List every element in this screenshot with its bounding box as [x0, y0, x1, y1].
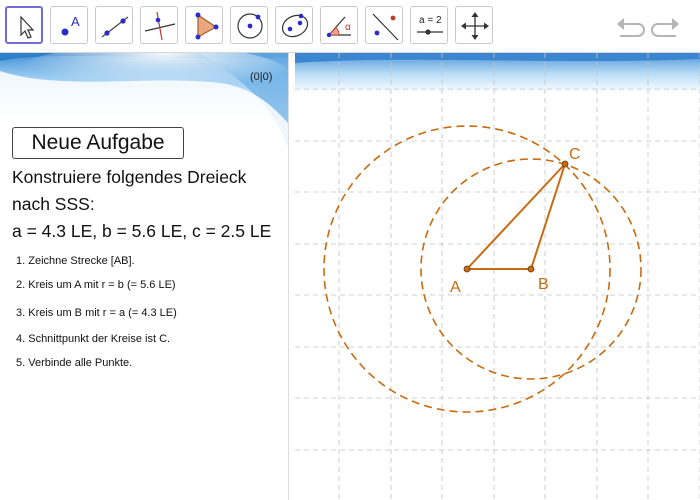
- reflect-icon: [372, 13, 399, 41]
- label-C: C: [569, 146, 581, 163]
- coordinate-readout: (0|0): [250, 71, 273, 83]
- conic-icon: [281, 13, 309, 38]
- slider-tool-button[interactable]: a = 2: [410, 6, 448, 44]
- point-icon: A: [61, 14, 80, 36]
- toolbar: A α a = 2: [0, 0, 700, 53]
- polygon-icon: [195, 12, 219, 40]
- slider-icon: a = 2: [417, 15, 443, 35]
- polygon-tool-button[interactable]: [185, 6, 223, 44]
- task-instruction-line1: Konstruiere folgendes Dreieck: [12, 167, 247, 187]
- move-arrow-icon: [20, 15, 35, 39]
- construction: A B C: [323, 125, 642, 413]
- triangle-ABC: [464, 163, 566, 270]
- segment-icon: [101, 16, 129, 38]
- point-C[interactable]: [561, 160, 569, 168]
- conic-tool-button[interactable]: [275, 6, 313, 44]
- reflect-tool-button[interactable]: [365, 6, 403, 44]
- point-A[interactable]: [463, 265, 471, 273]
- task-panel: (0|0) Neue Aufgabe Konstruiere folgendes…: [0, 53, 289, 500]
- task-instruction-line2: nach SSS:: [12, 194, 95, 214]
- angle-tool-label: α: [345, 22, 351, 33]
- construction-step: 3. Kreis um B mit r = a (= 4.3 LE): [16, 307, 177, 319]
- angle-icon: α: [326, 16, 351, 38]
- slider-tool-label: a = 2: [419, 15, 442, 26]
- point-B[interactable]: [527, 265, 535, 273]
- circle-tool-button[interactable]: [230, 6, 268, 44]
- move-graphics-view-tool-button[interactable]: [455, 6, 493, 44]
- segment-tool-button[interactable]: [95, 6, 133, 44]
- grid: [295, 53, 700, 500]
- undo-icon: [617, 18, 645, 37]
- perpendicular-line-icon: [144, 11, 176, 41]
- undo-button[interactable]: [614, 12, 646, 40]
- graphics-canvas[interactable]: A B C: [295, 53, 700, 500]
- redo-button[interactable]: [650, 12, 682, 40]
- construction-step: 4. Schnittpunkt der Kreise ist C.: [16, 333, 171, 345]
- label-B: B: [538, 276, 549, 293]
- circle-center-point-icon: [237, 13, 263, 39]
- new-task-button[interactable]: Neue Aufgabe: [12, 127, 184, 159]
- label-A: A: [450, 279, 461, 296]
- move-tool-button[interactable]: [5, 6, 43, 44]
- point-tool-label: A: [71, 14, 80, 29]
- graphics-view[interactable]: A B C: [295, 53, 700, 500]
- angle-tool-button[interactable]: α: [320, 6, 358, 44]
- task-side-lengths: a = 4.3 LE, b = 5.6 LE, c = 2.5 LE: [12, 221, 272, 241]
- point-tool-button[interactable]: A: [50, 6, 88, 44]
- construction-step: 1. Zeichne Strecke [AB].: [16, 255, 135, 267]
- construction-step: 5. Verbinde alle Punkte.: [16, 357, 133, 369]
- perpendicular-line-tool-button[interactable]: [140, 6, 178, 44]
- redo-icon: [651, 18, 679, 37]
- construction-step: 2. Kreis um A mit r = b (= 5.6 LE): [16, 279, 176, 291]
- move-graphics-view-icon: [461, 12, 489, 40]
